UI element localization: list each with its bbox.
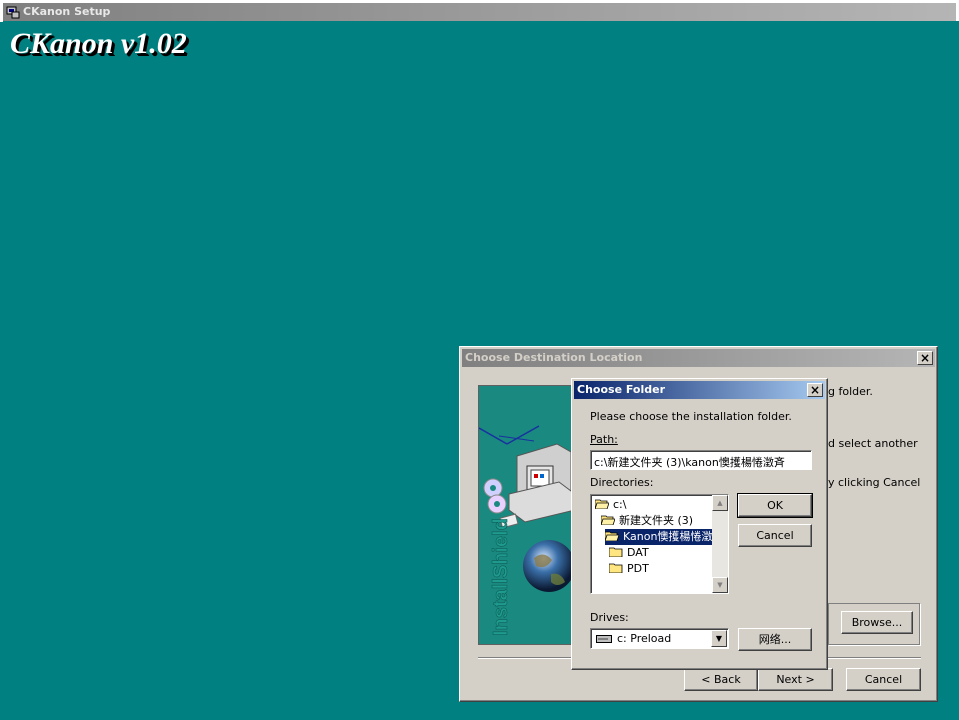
choose-folder-titlebar: Choose Folder × (574, 381, 825, 399)
directory-item-pdt[interactable]: PDT (609, 561, 649, 577)
directory-item-c-root[interactable]: c:\ (595, 497, 626, 513)
destination-dialog-titlebar: Choose Destination Location × (462, 349, 935, 367)
directories-label: Directories: (590, 476, 654, 489)
folder-prompt: Please choose the installation folder. (590, 410, 792, 423)
setup-banner-title: CKanon v1.02 (10, 27, 187, 60)
destination-cancel-button[interactable]: Cancel (846, 668, 921, 691)
directories-scrollbar[interactable]: ▲ ▼ (712, 495, 728, 593)
path-label: Path: (590, 433, 618, 446)
directory-item-new-folder[interactable]: 新建文件夹 (3) (601, 513, 693, 529)
hard-drive-icon (596, 635, 612, 643)
directory-item-label: c:\ (613, 498, 627, 511)
path-input-value: c:\新建文件夹 (3)\kanon懊擭楊惓澂斉 (594, 456, 785, 469)
directory-item-dat[interactable]: DAT (609, 545, 649, 561)
directory-item-label: PDT (627, 562, 649, 575)
setup-window-title: CKanon Setup (23, 5, 111, 18)
destination-text-line-2: d select another (828, 437, 918, 450)
installshield-side-image: InstallShield (478, 385, 577, 645)
open-folder-icon (605, 531, 619, 541)
scroll-up-arrow-icon[interactable]: ▲ (712, 495, 728, 511)
back-button[interactable]: < Back (684, 668, 758, 691)
directory-item-label: DAT (627, 546, 649, 559)
folder-icon (609, 547, 623, 557)
destination-close-button[interactable]: × (917, 351, 933, 365)
directory-item-kanon[interactable]: Kanon懊擭楊惓澂 (605, 529, 728, 545)
drives-select[interactable]: c: Preload ▼ (590, 628, 729, 649)
directories-tree[interactable]: c:\ 新建文件夹 (3) Kanon懊擭楊惓澂 DAT PDT ▲ ▼ (590, 494, 729, 594)
folder-icon (609, 563, 623, 573)
drives-label: Drives: (590, 611, 629, 624)
folder-cancel-button[interactable]: Cancel (738, 524, 812, 547)
setup-app-icon (6, 6, 20, 19)
directory-item-label: Kanon懊擭楊惓澂 (623, 530, 713, 543)
open-folder-icon (601, 515, 615, 525)
scroll-down-arrow-icon[interactable]: ▼ (712, 577, 728, 593)
next-button[interactable]: Next > (758, 668, 833, 691)
choose-folder-title: Choose Folder (577, 383, 666, 396)
destination-dialog-title: Choose Destination Location (465, 351, 643, 364)
choose-folder-close-button[interactable]: × (807, 383, 823, 397)
choose-folder-dialog: Choose Folder × Please choose the instal… (571, 378, 828, 670)
network-button[interactable]: 网络... (738, 628, 812, 651)
destination-text-line-1: g folder. (828, 385, 873, 398)
ok-button[interactable]: OK (737, 493, 813, 518)
setup-window-titlebar: CKanon Setup (0, 0, 959, 22)
directory-item-label: 新建文件夹 (3) (619, 514, 694, 527)
drives-dropdown-arrow-icon[interactable]: ▼ (711, 630, 727, 647)
open-folder-icon (595, 499, 609, 509)
drives-select-value: c: Preload (617, 632, 672, 645)
destination-text-line-3: y clicking Cancel (828, 476, 921, 489)
browse-button[interactable]: Browse... (841, 611, 913, 634)
setup-window-title-gradient: CKanon Setup (3, 3, 956, 21)
path-input[interactable]: c:\新建文件夹 (3)\kanon懊擭楊惓澂斉 (590, 450, 812, 470)
computer-illustration-icon: InstallShield (479, 425, 576, 636)
installshield-logo-text: InstallShield (490, 518, 512, 636)
